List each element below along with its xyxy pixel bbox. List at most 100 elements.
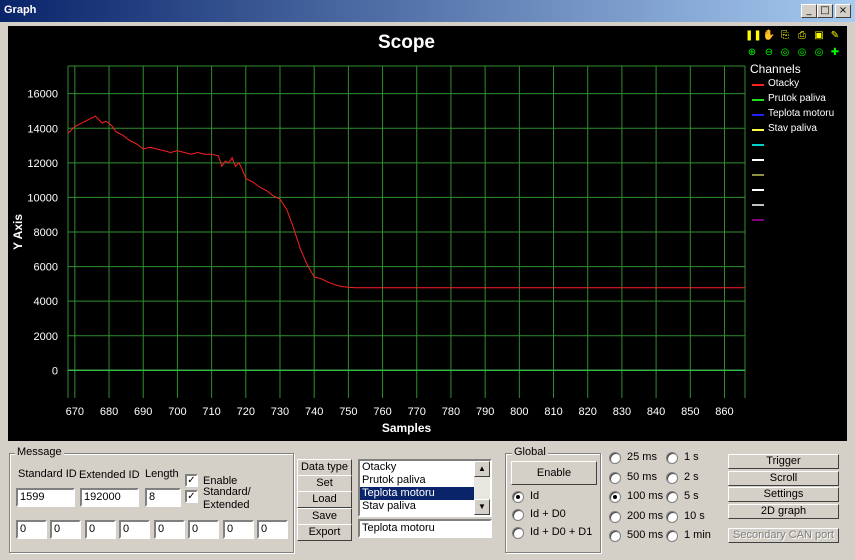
interval-radio[interactable] [666,491,678,503]
y-tick-label: 14000 [27,123,58,135]
data-byte-2[interactable]: 0 [85,520,116,539]
enable-checkbox[interactable]: ✓ [185,474,198,487]
legend-swatch [752,204,764,206]
legend-entry[interactable]: Otacky [750,78,846,93]
standard-extended-label-2: Extended [203,499,250,511]
legend-entry[interactable]: Teplota motoru [750,108,846,123]
save-button[interactable]: Save [297,508,352,525]
global-mode-radio[interactable] [512,527,524,539]
x-tick-label: 680 [100,406,118,418]
legend-entry-empty[interactable] [750,138,846,153]
interval-radio[interactable] [609,491,621,503]
data-byte-6[interactable]: 0 [223,520,254,539]
legend-label: Stav paliva [768,123,817,134]
legend-entry-empty[interactable] [750,213,846,228]
x-tick-label: 850 [681,406,699,418]
legend-swatch [752,189,764,191]
global-enable-button[interactable]: Enable [511,461,597,485]
interval-radio[interactable] [666,452,678,464]
interval-radio[interactable] [666,471,678,484]
data-byte-7[interactable]: 0 [257,520,288,539]
scroll-button[interactable]: Scroll [728,471,839,486]
x-tick-label: 800 [510,406,528,418]
pause-icon[interactable]: ❚❚ [745,29,762,43]
settings-icon[interactable]: ✎ [828,29,842,43]
hand-icon[interactable]: ✋ [762,29,776,43]
trigger-button[interactable]: Trigger [728,454,839,469]
legend-entry-empty[interactable] [750,183,846,198]
interval-label: 1 s [684,451,699,463]
legend-entry[interactable]: Stav paliva [750,123,846,138]
interval-label: 50 ms [627,470,657,483]
interval-radio[interactable] [666,510,678,523]
x-tick-label: 790 [476,406,494,418]
copy-icon[interactable]: ⎘ [778,29,792,43]
data-byte-0[interactable]: 0 [16,520,47,539]
global-mode-label: Id + D0 + D1 [530,526,593,538]
interval-radio[interactable] [609,452,621,464]
interval-label: 5 s [684,490,699,502]
zoom-in-icon[interactable]: ⊕ [745,46,759,60]
y-tick-label: 12000 [27,158,58,170]
extended-id-field[interactable]: 192000 [80,488,139,507]
legend-entry-empty[interactable] [750,168,846,183]
scroll-up-arrow[interactable]: ▲ [474,461,490,477]
legend-swatch [752,114,764,116]
data-byte-1[interactable]: 0 [50,520,81,539]
channel-list-item[interactable]: Teplota motoru [360,487,476,500]
legend-swatch [752,144,764,146]
interval-label: 10 s [684,509,705,522]
interval-radio[interactable] [609,510,621,523]
x-tick-label: 830 [613,406,631,418]
global-mode-radio[interactable] [512,509,524,521]
data-type-button[interactable]: Data type [297,459,352,476]
interval-radio[interactable] [609,530,621,542]
channel-list-item[interactable]: Prutok paliva [360,474,476,487]
channel-list-item[interactable]: Stav paliva [360,500,476,513]
y-tick-label: 16000 [27,89,58,101]
x-tick-label: 710 [202,406,220,418]
secondary-can-port-button[interactable]: Secondary CAN port [728,528,839,543]
x-tick-label: 690 [134,406,152,418]
x-tick-label: 740 [305,406,323,418]
zoom-reset-icon[interactable]: ◎ [812,46,826,60]
interval-label: 500 ms [627,529,664,541]
minimize-button[interactable]: _ [801,4,817,18]
set-button[interactable]: Set [297,475,352,492]
save-icon[interactable]: ▣ [812,29,826,43]
add-icon[interactable]: ✚ [828,46,842,60]
x-tick-label: 780 [442,406,460,418]
standard-id-field[interactable]: 1599 [16,488,75,507]
x-tick-label: 760 [373,406,391,418]
scope-chart[interactable]: Scope 670 680 690 700 710 720 730 740 750 760 770 78… [8,26,847,441]
2d-graph-button[interactable]: 2D graph [728,504,839,519]
data-byte-5[interactable]: 0 [188,520,219,539]
standard-extended-checkbox[interactable]: ✓ [185,490,198,503]
legend-entry-empty[interactable] [750,198,846,213]
print-icon[interactable]: ⎙ [795,29,809,43]
interval-radio[interactable] [666,530,678,542]
length-field[interactable]: 8 [145,488,181,507]
channel-selected-field[interactable]: Teplota motoru [358,519,492,538]
channel-list-item[interactable]: Otacky [360,461,476,474]
close-button[interactable]: × [835,4,851,18]
channel-listbox[interactable]: Otacky Prutok paliva Teplota motoru Stav pa… [358,459,492,517]
listbox-scrollbar[interactable]: ▲ ▼ [474,461,490,515]
maximize-button[interactable]: □ [817,4,833,18]
zoom-y-icon[interactable]: ◎ [795,46,809,60]
legend-entry[interactable]: Prutok paliva [750,93,846,108]
legend-entry-empty[interactable] [750,153,846,168]
export-button[interactable]: Export [297,524,352,541]
interval-radio[interactable] [609,471,621,484]
zoom-out-icon[interactable]: ⊖ [762,46,776,60]
zoom-x-icon[interactable]: ◎ [778,46,792,60]
scroll-down-arrow[interactable]: ▼ [474,499,490,515]
scope-panel[interactable]: Scope 670 680 690 700 710 720 730 740 750 760 770 78… [8,26,847,441]
x-tick-label: 720 [237,406,255,418]
data-byte-4[interactable]: 0 [154,520,185,539]
load-button[interactable]: Load [297,491,352,508]
settings-button[interactable]: Settings [728,487,839,502]
global-mode-radio[interactable] [512,491,524,503]
data-byte-3[interactable]: 0 [119,520,150,539]
y-tick-label: 6000 [34,262,58,274]
